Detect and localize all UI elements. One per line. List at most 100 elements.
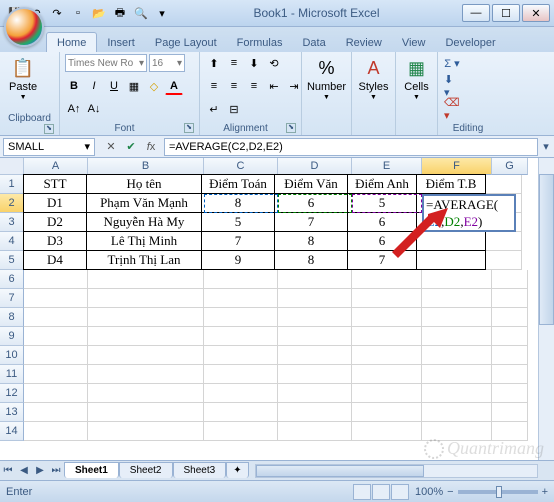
cell-a6[interactable] [24,270,88,289]
cell-a8[interactable] [24,308,88,327]
cell-b4[interactable]: Lê Thị Minh [86,231,202,251]
cell-a11[interactable] [24,365,88,384]
sheet-tab-3[interactable]: Sheet3 [173,462,227,478]
cell-a7[interactable] [24,289,88,308]
zoom-in-button[interactable]: + [542,486,548,498]
italic-button[interactable]: I [85,77,103,95]
cell-b13[interactable] [88,403,204,422]
cell-b9[interactable] [88,327,204,346]
cell-f1[interactable]: Điểm T.B [416,174,486,194]
cell-b10[interactable] [88,346,204,365]
alignment-dialog-icon[interactable]: ⬊ [286,123,296,133]
select-all-corner[interactable] [0,158,24,175]
normal-view-button[interactable] [353,484,371,500]
name-box[interactable]: SMALL ▾ [3,138,95,156]
cell-a4[interactable]: D3 [23,231,87,251]
cell-c4[interactable]: 7 [201,231,275,251]
new-sheet-button[interactable]: ✦ [226,462,248,478]
cell-c8[interactable] [204,308,278,327]
preview-icon[interactable]: 🔍 [132,4,150,22]
align-right-button[interactable]: ≡ [245,77,263,95]
cell-d9[interactable] [278,327,352,346]
cell-g11[interactable] [492,365,528,384]
align-center-button[interactable]: ≡ [225,77,243,95]
cell-d7[interactable] [278,289,352,308]
cell-a5[interactable]: D4 [23,250,87,270]
cell-f6[interactable] [422,270,492,289]
cell-b12[interactable] [88,384,204,403]
clear-button[interactable]: ⌫ ▾ [443,100,461,118]
cell-f11[interactable] [422,365,492,384]
cell-e11[interactable] [352,365,422,384]
accept-formula-button[interactable]: ✔ [122,138,140,156]
cell-b14[interactable] [88,422,204,441]
cell-f10[interactable] [422,346,492,365]
col-header-e[interactable]: E [352,158,422,175]
cell-a10[interactable] [24,346,88,365]
quickprint-icon[interactable]: 🖶 [111,4,129,22]
maximize-button[interactable]: ☐ [492,4,520,22]
open-icon[interactable]: 📂 [90,4,108,22]
tab-developer[interactable]: Developer [435,33,505,52]
cell-a14[interactable] [24,422,88,441]
cell-a2[interactable]: D1 [23,193,87,213]
bold-button[interactable]: B [65,77,83,95]
cell-a9[interactable] [24,327,88,346]
cell-e6[interactable] [352,270,422,289]
cell-b6[interactable] [88,270,204,289]
col-header-d[interactable]: D [278,158,352,175]
cell-b3[interactable]: Nguyễn Hà My [86,212,202,232]
row-header-7[interactable]: 7 [0,289,24,308]
page-layout-view-button[interactable] [372,484,390,500]
cell-e12[interactable] [352,384,422,403]
col-header-g[interactable]: G [492,158,528,175]
clipboard-dialog-icon[interactable]: ⬊ [44,124,54,134]
cell-b1[interactable]: Họ tên [86,174,202,194]
tab-data[interactable]: Data [292,33,335,52]
shrink-font-button[interactable]: A↓ [85,100,103,118]
col-header-c[interactable]: C [204,158,278,175]
cell-g9[interactable] [492,327,528,346]
cell-g13[interactable] [492,403,528,422]
row-header-2[interactable]: 2 [0,194,24,213]
cell-c11[interactable] [204,365,278,384]
font-size-select[interactable]: 16▾ [149,54,185,72]
col-header-f[interactable]: F [422,158,492,175]
cell-d3[interactable]: 7 [274,212,348,232]
paste-button[interactable]: 📋 Paste ▼ [5,54,41,103]
row-header-1[interactable]: 1 [0,175,24,194]
underline-button[interactable]: U [105,77,123,95]
cell-a13[interactable] [24,403,88,422]
zoom-out-button[interactable]: − [447,486,453,498]
cell-e7[interactable] [352,289,422,308]
row-header-9[interactable]: 9 [0,327,24,346]
autosum-button[interactable]: Σ ▾ [443,54,461,72]
cells-button[interactable]: ▦ Cells ▼ [401,54,432,103]
col-header-a[interactable]: A [24,158,88,175]
cell-d8[interactable] [278,308,352,327]
cell-c3[interactable]: 5 [201,212,275,232]
sheet-nav-last-icon[interactable]: ⏭ [48,463,64,479]
cell-b5[interactable]: Trịnh Thị Lan [86,250,202,270]
row-header-14[interactable]: 14 [0,422,24,441]
vertical-scrollbar[interactable] [538,158,554,460]
cell-d6[interactable] [278,270,352,289]
cell-b8[interactable] [88,308,204,327]
grow-font-button[interactable]: A↑ [65,100,83,118]
tab-view[interactable]: View [392,33,436,52]
worksheet-grid[interactable]: A B C D E F G 1 2 3 4 5 6 7 8 9 10 11 12… [0,158,554,460]
cell-g12[interactable] [492,384,528,403]
cell-c12[interactable] [204,384,278,403]
cell-d11[interactable] [278,365,352,384]
orientation-button[interactable]: ⟲ [265,54,283,72]
cell-g6[interactable] [492,270,528,289]
cell-e1[interactable]: Điểm Anh [347,174,417,194]
cell-e14[interactable] [352,422,422,441]
cell-e13[interactable] [352,403,422,422]
merge-button[interactable]: ⊟ [225,100,243,118]
styles-button[interactable]: A Styles ▼ [357,54,390,103]
scrollbar-thumb[interactable] [256,465,425,477]
formula-input[interactable]: =AVERAGE(C2,D2,E2) [164,138,538,156]
font-dialog-icon[interactable]: ⬊ [184,123,194,133]
font-color-button[interactable]: A [165,77,183,95]
